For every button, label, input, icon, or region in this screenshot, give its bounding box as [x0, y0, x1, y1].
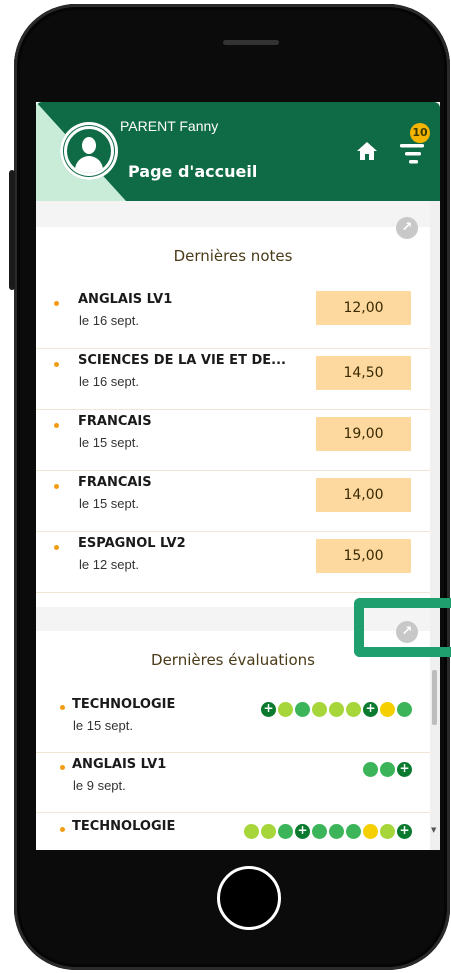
competency-dot	[312, 824, 327, 839]
note-date: le 15 sept.	[79, 435, 139, 450]
competency-dot	[397, 761, 412, 777]
evaluation-date: le 9 sept.	[73, 778, 126, 793]
evaluation-subject: TECHNOLOGIE	[72, 819, 176, 834]
notes-card-title: Dernières notes	[173, 247, 293, 265]
bullet	[60, 827, 65, 832]
note-row[interactable]: FRANCAIS le 15 sept. 14,00	[36, 470, 430, 532]
competency-dot	[346, 824, 361, 839]
bullet	[60, 705, 65, 710]
note-grade: 19,00	[316, 417, 411, 451]
avatar[interactable]	[60, 122, 118, 180]
page-title: Page d'accueil	[128, 162, 258, 181]
evaluation-row[interactable]: TECHNOLOGIE	[36, 813, 430, 850]
note-date: le 15 sept.	[79, 496, 139, 511]
competency-dot	[329, 702, 344, 717]
bullet	[54, 423, 59, 428]
competency-dot	[363, 762, 378, 777]
user-name: PARENT Fanny	[120, 118, 219, 134]
competency-dot	[397, 702, 412, 717]
competency-dot	[278, 702, 293, 717]
phone-home-button[interactable]	[217, 866, 281, 930]
competency-dot	[244, 824, 259, 839]
phone-speaker	[223, 40, 279, 45]
competency-dot	[261, 701, 276, 717]
phone-side-button	[9, 170, 15, 290]
note-row[interactable]: FRANCAIS le 15 sept. 19,00	[36, 409, 430, 471]
note-grade: 14,00	[316, 478, 411, 512]
competency-dot	[346, 702, 361, 717]
bullet	[54, 362, 59, 367]
note-row[interactable]: ANGLAIS LV1 le 16 sept. 12,00	[36, 287, 430, 349]
competency-dot	[261, 824, 276, 839]
bullet	[54, 484, 59, 489]
evaluation-dots	[244, 823, 412, 840]
evaluation-row[interactable]: ANGLAIS LV1 le 9 sept.	[36, 751, 430, 813]
competency-dot	[380, 824, 395, 839]
bullet	[54, 545, 59, 550]
competency-dot	[363, 701, 378, 717]
evaluation-date: le 15 sept.	[73, 718, 133, 733]
note-date: le 16 sept.	[79, 313, 139, 328]
competency-dot	[278, 824, 293, 839]
note-subject: ANGLAIS LV1	[78, 292, 173, 307]
evaluations-card: ↗ Dernières évaluations TECHNOLOGIE le 15…	[36, 621, 430, 850]
scrollbar-track[interactable]	[430, 201, 440, 850]
note-subject: SCIENCES DE LA VIE ET DE...	[78, 353, 286, 368]
note-subject: ESPAGNOL LV2	[78, 536, 186, 551]
competency-dot	[397, 823, 412, 839]
bullet	[60, 765, 65, 770]
note-date: le 12 sept.	[79, 557, 139, 572]
competency-dot	[312, 702, 327, 717]
scroll-down-arrow[interactable]: ▼	[431, 826, 436, 834]
notification-badge: 10	[410, 123, 430, 143]
evaluation-subject: ANGLAIS LV1	[72, 757, 167, 772]
note-grade: 15,00	[316, 539, 411, 573]
bullet	[54, 301, 59, 306]
note-grade: 12,00	[316, 291, 411, 325]
arrow-up-right-icon[interactable]: ↗	[396, 217, 418, 239]
note-subject: FRANCAIS	[78, 414, 152, 429]
note-row[interactable]: ESPAGNOL LV2 le 12 sept. 15,00	[36, 531, 430, 593]
competency-dot	[295, 823, 310, 839]
app-screen: PARENT Fanny Page d'accueil 10 ↗ Dernièr…	[36, 102, 440, 850]
evaluation-row[interactable]: TECHNOLOGIE le 15 sept.	[36, 691, 430, 753]
note-subject: FRANCAIS	[78, 475, 152, 490]
note-row[interactable]: SCIENCES DE LA VIE ET DE... le 16 sept. 14…	[36, 348, 430, 410]
content-area: ↗ Dernières notes ANGLAIS LV1 le 16 sept.…	[36, 201, 430, 850]
home-icon[interactable]	[356, 140, 378, 162]
evaluation-dots	[261, 701, 412, 718]
notes-card: ↗ Dernières notes ANGLAIS LV1 le 16 sept.…	[36, 217, 430, 607]
user-icon	[64, 126, 114, 176]
competency-dot	[329, 824, 344, 839]
evaluation-subject: TECHNOLOGIE	[72, 697, 176, 712]
note-grade: 14,50	[316, 356, 411, 390]
competency-dot	[295, 702, 310, 717]
app-header: PARENT Fanny Page d'accueil 10	[36, 102, 440, 201]
evaluation-dots	[363, 761, 412, 778]
note-date: le 16 sept.	[79, 374, 139, 389]
competency-dot	[380, 702, 395, 717]
highlight-annotation	[354, 598, 451, 657]
scrollbar-thumb[interactable]	[432, 670, 437, 725]
competency-dot	[363, 824, 378, 839]
competency-dot	[380, 762, 395, 777]
